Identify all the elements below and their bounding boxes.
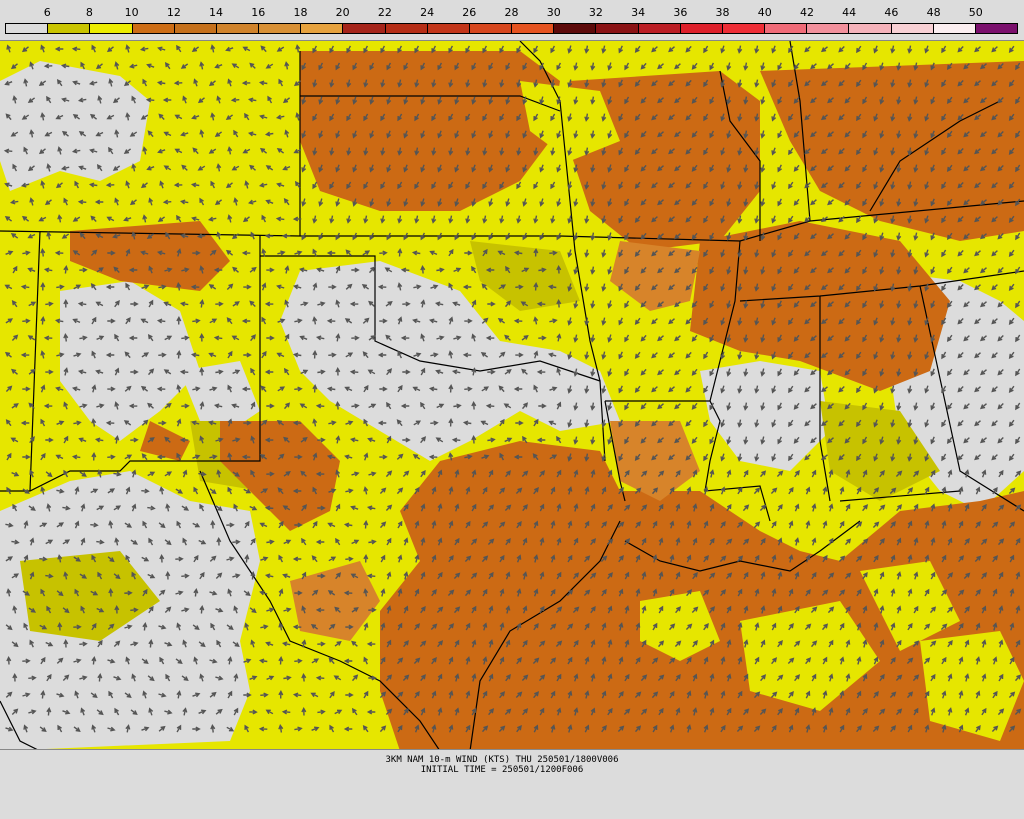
legend-tick-label: 34 — [631, 6, 646, 19]
legend-tick-label: 24 — [420, 6, 435, 19]
legend-swatch — [638, 24, 681, 33]
legend-tick-label: 44 — [842, 6, 857, 19]
legend-swatch — [975, 24, 1018, 33]
legend-swatch — [6, 24, 49, 33]
legend-tick-label: 12 — [166, 6, 181, 19]
legend-swatch — [174, 24, 217, 33]
map-caption: 3KM NAM 10-m WIND (KTS) THU 250501/1800V… — [0, 755, 1024, 775]
legend-tick-label: 6 — [43, 6, 51, 19]
legend-swatch — [90, 24, 133, 33]
legend-swatch — [469, 24, 513, 33]
legend-swatch — [216, 24, 260, 33]
legend-tick-label: 16 — [251, 6, 266, 19]
legend-tick-label: 42 — [799, 6, 814, 19]
legend-tick-label: 50 — [968, 6, 983, 19]
legend-tick-label: 48 — [926, 6, 941, 19]
wind-map — [0, 40, 1024, 750]
caption-line-1: 3KM NAM 10-m WIND (KTS) THU 250501/1800V… — [385, 755, 619, 765]
legend-swatch — [385, 24, 428, 33]
legend-color-bar — [5, 23, 1018, 34]
legend-swatch — [132, 24, 175, 33]
legend-tick-label: 10 — [124, 6, 139, 19]
legend-tick-label: 18 — [293, 6, 308, 19]
legend-swatch — [807, 24, 850, 33]
legend-tick-label: 26 — [462, 6, 477, 19]
legend-tick-label: 40 — [757, 6, 772, 19]
legend-swatch — [765, 24, 808, 33]
legend-swatch — [259, 24, 302, 33]
legend-tick-label: 36 — [673, 6, 688, 19]
legend-swatch — [301, 24, 344, 33]
legend-tick-label: 30 — [546, 6, 561, 19]
caption-line-2: INITIAL TIME = 250501/1200F006 — [420, 765, 584, 775]
legend-tick-label: 32 — [588, 6, 603, 19]
legend-tick-label: 20 — [335, 6, 350, 19]
legend-swatch — [596, 24, 639, 33]
legend-swatch — [722, 24, 766, 33]
legend-swatch — [680, 24, 723, 33]
legend-swatch — [554, 24, 597, 33]
wind-map-canvas — [0, 41, 1024, 749]
legend-tick-label: 38 — [715, 6, 730, 19]
legend-swatch — [849, 24, 892, 33]
color-legend: 6 8 10 12 14 16 18 20 22 24 26 28 30 32 34 36 38 40 42 44 46… — [0, 0, 1024, 40]
legend-swatch — [512, 24, 555, 33]
legend-swatch — [891, 24, 934, 33]
legend-swatch — [933, 24, 976, 33]
legend-swatch — [343, 24, 386, 33]
legend-tick-label: 46 — [884, 6, 899, 19]
legend-tick-label: 28 — [504, 6, 519, 19]
legend-swatch — [427, 24, 470, 33]
legend-tick-label: 22 — [377, 6, 392, 19]
legend-swatch — [48, 24, 91, 33]
legend-tick-label: 8 — [85, 6, 93, 19]
legend-tick-label: 14 — [209, 6, 224, 19]
legend-tick-labels: 6 8 10 12 14 16 18 20 22 24 26 28 30 32 34 36 38 40 42 44 46… — [0, 6, 1024, 22]
